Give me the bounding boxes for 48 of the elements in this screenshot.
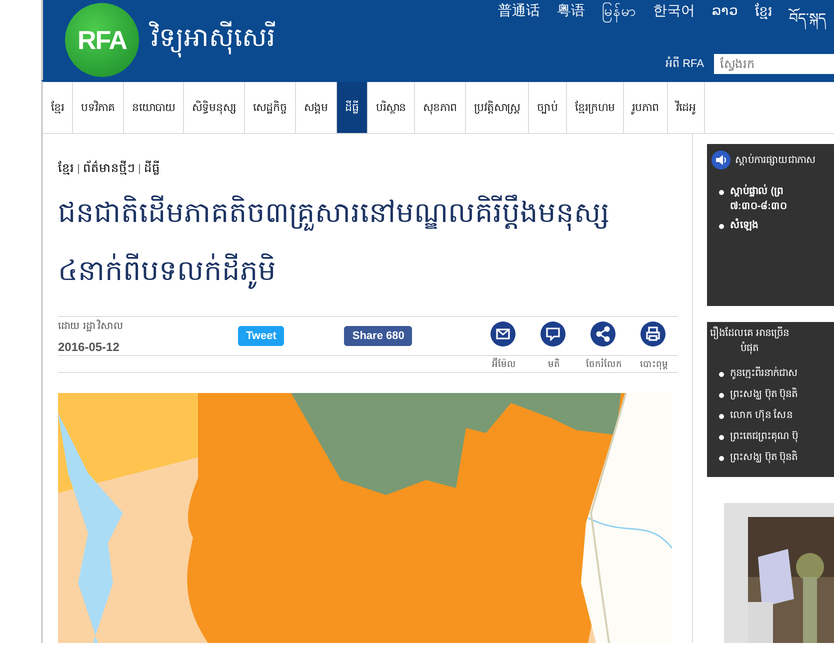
listen-link[interactable]: ស្តាប់ផ្ទាល់ (ព្រ ៧:៣០-៨:៣០ xyxy=(730,184,810,214)
nav-tab[interactable]: ខ្មែរ xyxy=(43,82,73,133)
most-read-link[interactable]: ព្រះសង្ឃ ប៊ុត ប៊ុនតិ xyxy=(730,450,798,465)
listen-link[interactable]: សំឡេង xyxy=(730,218,810,233)
print-icon[interactable] xyxy=(640,320,666,346)
most-read-link[interactable]: ព្រះតេជព្រះគុណ ប៊ុ xyxy=(730,429,798,444)
nav-tab[interactable]: បរិស្ថាន xyxy=(368,82,415,133)
email-icon[interactable] xyxy=(490,320,516,346)
language-link[interactable]: 한국어 xyxy=(653,2,695,42)
language-link[interactable]: བོད་སྐད xyxy=(789,2,826,42)
nav-tab[interactable]: សិទ្ធិមនុស្ស xyxy=(184,82,245,133)
tool-label: ចែករំលែក xyxy=(585,358,623,370)
comment-icon[interactable] xyxy=(540,320,566,346)
language-link[interactable]: မြန်မာ xyxy=(602,2,636,42)
nav-tab[interactable]: ប្រវត្តិសាស្ត្រ xyxy=(466,82,529,133)
nav-tab[interactable]: រូបភាព xyxy=(624,82,668,133)
share-button[interactable]: Share 680 xyxy=(344,326,412,346)
nav-tab[interactable]: ច្បាប់ xyxy=(529,82,567,133)
nav-tab[interactable]: ខ្មែរក្រហម xyxy=(567,82,624,133)
date: 2016-05-12 xyxy=(58,340,120,354)
language-link[interactable]: 粤语 xyxy=(557,2,585,42)
article-title: ជនជាតិដើមភាគតិច៣គ្រួសារនៅមណ្ឌលគិរីប្ដឹងមនុស្ស ៤នាក់ពីបទលក់ដីភូមិ xyxy=(58,184,678,300)
most-read-link[interactable]: ព្រះសង្ឃ ប៊ុត ប៊ុនតិ xyxy=(730,387,798,402)
nav-tab[interactable]: សុខភាព xyxy=(415,82,466,133)
language-link[interactable]: ລາວ xyxy=(712,2,738,42)
about-link[interactable]: អំពី RFA xyxy=(666,56,704,72)
nav-tab[interactable]: នយោបាយ xyxy=(124,82,184,133)
site-title: វិទ្យុអាស៊ីសេរី xyxy=(151,21,275,59)
tool-label: មតិ xyxy=(547,358,561,370)
nav-tab[interactable]: បទវិភាគ xyxy=(73,82,124,133)
breadcrumb-link[interactable]: ព័ត៌មានថ្មីៗ xyxy=(83,160,135,178)
most-read-title: រឿងដែលគេ អានច្រើនបំផុត xyxy=(709,326,790,356)
share-icon[interactable] xyxy=(590,320,616,346)
most-read-link[interactable]: កូនក្មេះពីរនាក់ជាស xyxy=(730,366,798,381)
language-link[interactable]: 普通话 xyxy=(498,2,540,42)
language-link[interactable]: ខ្មែរ xyxy=(755,2,772,42)
byline: ដោយ រដ្ឋា វិសាល xyxy=(58,318,125,334)
nav-tab[interactable]: វីដេអូ xyxy=(668,82,705,133)
nav-tab[interactable]: ដីធ្លី xyxy=(337,82,368,133)
nav-tab[interactable]: សេដ្ឋកិច្ច xyxy=(245,82,296,133)
listen-title: ស្តាប់ការផ្សាយជាភាស xyxy=(735,152,816,168)
breadcrumb-link[interactable]: ដីធ្លី xyxy=(144,160,160,178)
search-field[interactable]: ស្វែងរក xyxy=(714,54,834,74)
tool-label: អ៊ីម៉ែល xyxy=(491,358,517,370)
most-read-link[interactable]: លោក ហ៊ុន សែន xyxy=(730,408,793,423)
tool-label: បោះពុម្ព xyxy=(639,358,669,370)
speaker-icon[interactable] xyxy=(711,150,731,170)
breadcrumb-link[interactable]: ខ្មែរ xyxy=(58,160,74,178)
